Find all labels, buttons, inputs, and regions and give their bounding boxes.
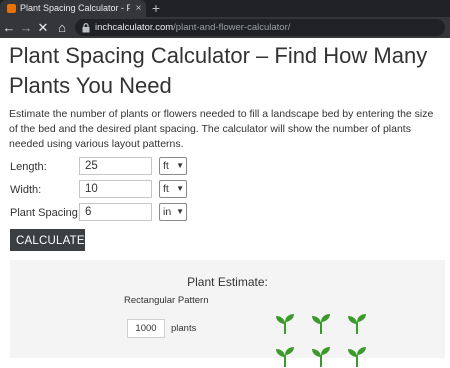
plant-count-unit: plants: [171, 323, 197, 334]
length-label: Length:: [10, 161, 47, 173]
tab-title: Plant Spacing Calculator - Find H: [20, 3, 130, 13]
spacing-label: Plant Spacing:: [10, 207, 81, 219]
favicon-icon: [7, 4, 16, 13]
width-label: Width:: [10, 184, 42, 196]
browser-toolbar: ← → ✕ ⌂ inchcalculator.com/plant-and-flo…: [0, 17, 450, 38]
chevron-down-icon: ▼: [176, 161, 184, 170]
lock-icon[interactable]: [81, 21, 91, 34]
sprout-icon: [276, 347, 294, 367]
intro-text: Estimate the number of plants or flowers…: [9, 108, 434, 150]
url-path: /plant-and-flower-calculator/: [173, 22, 291, 33]
chevron-down-icon: ▼: [176, 184, 184, 193]
plant-count-output[interactable]: 1000: [127, 319, 165, 338]
results-title: Plant Estimate:: [187, 275, 268, 289]
width-input[interactable]: [79, 180, 152, 198]
width-unit-select[interactable]: ft ▼: [159, 180, 187, 198]
chevron-down-icon: ▼: [176, 207, 184, 216]
page-title: Plant Spacing Calculator – Find How Many…: [9, 43, 428, 98]
sprout-icon: [312, 314, 330, 334]
calculate-button[interactable]: CALCULATE: [10, 229, 85, 251]
spacing-input[interactable]: [79, 203, 152, 221]
browser-tab-bar: Plant Spacing Calculator - Find H × +: [0, 0, 450, 17]
width-unit-value: ft: [163, 183, 169, 195]
url-host: inchcalculator.com: [95, 22, 174, 33]
pattern-title: Rectangular Pattern: [124, 295, 209, 306]
browser-tab[interactable]: Plant Spacing Calculator - Find H ×: [0, 0, 146, 17]
url-text[interactable]: inchcalculator.com/plant-and-flower-calc…: [95, 21, 435, 34]
length-unit-select[interactable]: ft ▼: [159, 157, 187, 175]
address-bar[interactable]: inchcalculator.com/plant-and-flower-calc…: [75, 19, 445, 36]
length-unit-value: ft: [163, 160, 169, 172]
tab-close-icon[interactable]: ×: [133, 2, 144, 15]
stop-button[interactable]: ✕: [35, 19, 51, 36]
sprout-icon: [276, 314, 294, 334]
forward-button[interactable]: →: [18, 19, 34, 36]
new-tab-button[interactable]: +: [149, 1, 163, 16]
length-input[interactable]: [79, 157, 152, 175]
sprout-icon: [348, 347, 366, 367]
sprout-icon: [348, 314, 366, 334]
sprout-icon: [312, 347, 330, 367]
back-button[interactable]: ←: [1, 19, 17, 36]
spacing-unit-value: in: [163, 206, 172, 218]
results-panel: Plant Estimate: Rectangular Pattern 1000…: [10, 260, 445, 367]
home-button[interactable]: ⌂: [54, 19, 70, 36]
spacing-unit-select[interactable]: in ▼: [159, 203, 187, 221]
